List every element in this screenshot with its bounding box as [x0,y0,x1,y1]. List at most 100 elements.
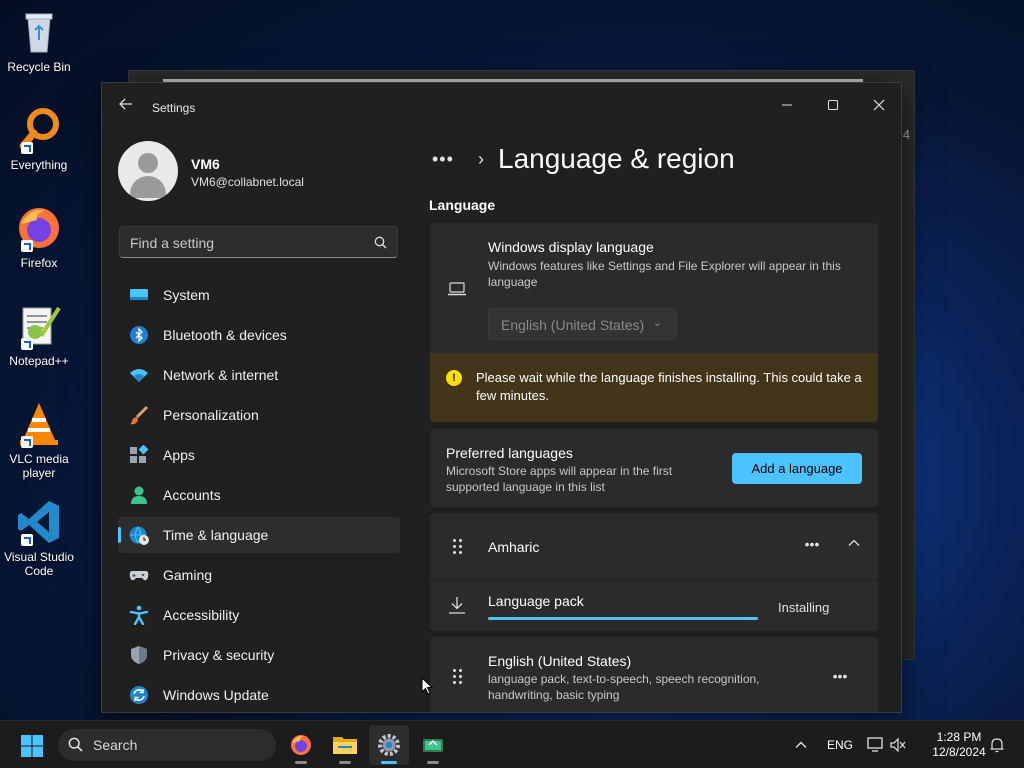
sidebar-item-label: Gaming [163,567,213,583]
taskbar-app-firefox[interactable] [281,725,321,765]
warning-icon: ! [446,370,462,386]
start-button[interactable] [20,734,44,758]
sidebar-item-network[interactable]: Network & internet [118,357,400,393]
desktop-icon-label: Everything [10,158,68,172]
everything-search-icon [15,106,63,154]
sidebar-nav: System Bluetooth & devices Network & int… [118,277,400,712]
preferred-languages-title: Preferred languages [446,445,573,461]
shortcut-arrow-icon [21,240,33,252]
sidebar-item-label: Network & internet [163,367,279,383]
minimize-icon [782,104,792,106]
apps-icon [129,444,149,465]
background-window-label: 4 [902,127,910,142]
firefox-icon [15,204,63,252]
sidebar-item-label: Privacy & security [163,647,275,663]
display-language-card: Windows display language Windows feature… [430,223,878,353]
chevron-up-icon[interactable] [846,537,862,553]
desktop-icon-vscode[interactable]: Visual Studio Code [4,498,74,578]
remote-app-taskbar-icon [423,739,443,752]
sidebar-item-label: Personalization [163,407,259,423]
display-language-description: Windows features like Settings and File … [488,259,841,289]
bluetooth-icon [129,325,149,345]
arrow-left-icon [119,98,132,110]
taskbar-search-label: Search [93,737,138,753]
notifications-button[interactable] [986,721,1008,768]
desktop-icon-label: VLC media player [9,452,69,480]
language-item-english-us[interactable]: English (United States) language pack, t… [430,637,878,712]
maximize-button[interactable] [810,91,856,121]
download-icon [449,597,465,614]
bell-icon [990,738,1004,753]
close-icon [873,99,885,111]
search-input[interactable] [130,233,365,253]
taskbar: Search ENG 1:28 PM 12/8/2024 [0,720,1024,768]
user-email: VM6@collabnet.local [191,175,304,189]
sidebar-item-time-language[interactable]: Time & language [118,517,400,553]
language-item-amharic[interactable]: Amharic ••• [430,513,878,580]
sidebar-item-windows-update[interactable]: Windows Update [118,677,400,712]
sidebar-item-accessibility[interactable]: Accessibility [118,597,400,633]
display-language-title: Windows display language [488,239,654,255]
minimize-button[interactable] [764,91,810,121]
gamepad-icon [129,565,149,585]
file-explorer-taskbar-icon [333,737,357,754]
taskbar-app-remote[interactable] [413,725,453,765]
quick-settings-button[interactable] [864,721,908,768]
user-name: VM6 [191,156,220,172]
show-hidden-icons-button[interactable] [790,721,812,768]
shortcut-arrow-icon [21,534,33,546]
display-language-dropdown[interactable]: English (United States) ⌄ [488,308,677,340]
vlc-icon [15,400,63,448]
vscode-icon [15,498,63,546]
sidebar-item-label: System [163,287,210,303]
shortcut-arrow-icon [21,142,33,154]
running-indicator [339,761,351,764]
windows-logo-icon [21,735,43,757]
speaker-muted-icon [890,737,906,753]
sidebar-item-label: Time & language [163,527,269,543]
chevron-up-icon [795,741,807,748]
back-button[interactable] [116,97,136,117]
input-language-indicator[interactable]: ENG [822,721,856,768]
sidebar-item-bluetooth[interactable]: Bluetooth & devices [118,317,400,353]
search-icon[interactable] [374,236,387,249]
chevron-down-icon: ⌄ [652,317,662,329]
desktop-icon-vlc[interactable]: VLC media player [4,400,74,480]
taskbar-app-file-explorer[interactable] [325,725,365,765]
sidebar-item-personalization[interactable]: Personalization [118,397,400,433]
sidebar-item-apps[interactable]: Apps [118,437,400,473]
network-icon [867,737,883,752]
sidebar-item-label: Windows Update [163,687,269,703]
close-button[interactable] [856,91,901,121]
title-bar[interactable]: Settings [102,83,901,131]
sidebar-item-privacy[interactable]: Privacy & security [118,637,400,673]
sidebar-item-accounts[interactable]: Accounts [118,477,400,513]
recycle-bin-icon [15,8,63,56]
language-features: language pack, text-to-speech, speech re… [488,672,760,702]
update-icon [129,685,149,705]
mouse-cursor-icon [421,677,433,695]
firefox-taskbar-icon [291,735,311,755]
desktop-icon-everything[interactable]: Everything [4,106,74,172]
desktop-icon-recycle-bin[interactable]: Recycle Bin [4,8,74,74]
breadcrumb-more-button[interactable]: ••• [432,149,462,170]
more-options-button[interactable]: ••• [798,533,826,561]
main-content: ••• › Language & region Language Windows… [428,131,880,712]
drag-handle-icon[interactable] [453,539,463,555]
desktop-icon-notepad-plus-plus[interactable]: Notepad++ [4,302,74,368]
language-pack-label: Language pack [488,593,584,609]
add-language-button[interactable]: Add a language [732,453,862,484]
running-indicator [295,761,307,764]
desktop-icon-firefox[interactable]: Firefox [4,204,74,270]
sidebar-item-label: Bluetooth & devices [163,327,287,343]
find-setting-box [119,226,398,258]
sidebar-item-gaming[interactable]: Gaming [118,557,400,593]
more-options-button[interactable]: ••• [826,665,854,693]
user-profile[interactable]: VM6 VM6@collabnet.local [118,141,408,201]
globe-clock-icon [129,525,149,545]
laptop-icon [448,282,466,296]
drag-handle-icon[interactable] [453,669,463,685]
sidebar-item-system[interactable]: System [118,277,400,313]
taskbar-app-settings[interactable] [369,725,409,765]
taskbar-search[interactable]: Search [58,729,276,761]
